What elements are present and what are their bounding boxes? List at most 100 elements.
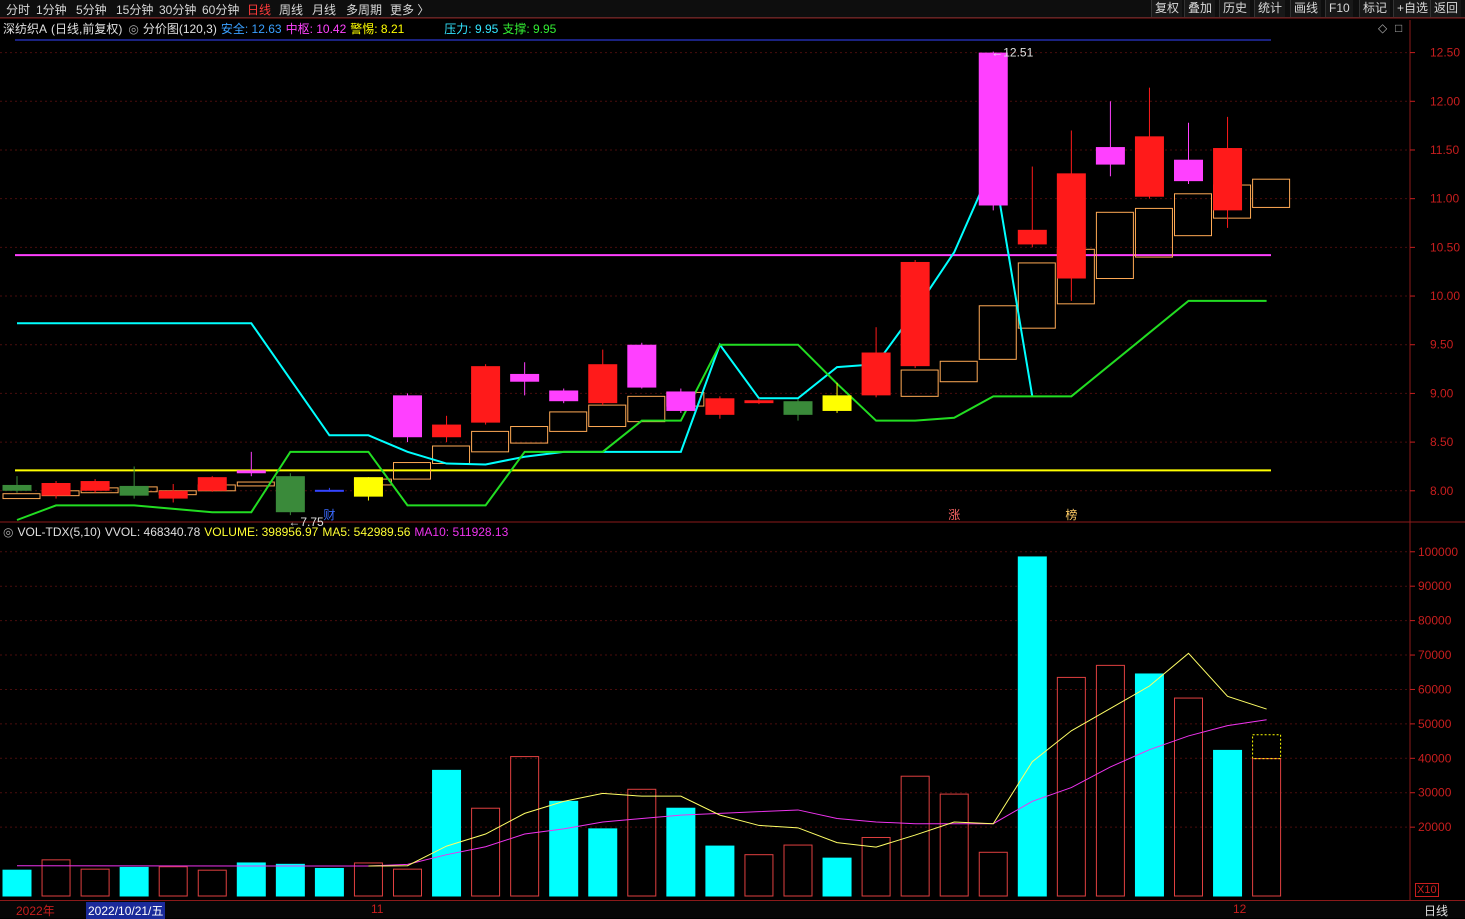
candle-body — [1056, 173, 1086, 279]
candle-body — [158, 490, 188, 499]
cost-box — [1252, 178, 1291, 208]
candle-body — [510, 373, 540, 382]
candle-body — [80, 481, 110, 491]
volume-bar — [666, 807, 696, 897]
volume-bar — [549, 800, 579, 897]
candle-body — [393, 395, 422, 438]
volume-bar — [744, 854, 774, 897]
diamond-icon: ◇ — [1378, 21, 1388, 35]
candle-body — [978, 52, 1008, 206]
volume-bar — [588, 828, 618, 897]
low-annotation: ←7.75 — [288, 515, 324, 529]
volume-tick-label-3: 70000 — [1418, 648, 1452, 662]
volume-bar — [1174, 697, 1203, 897]
volume-bar — [2, 869, 32, 897]
candle-body — [822, 395, 852, 411]
candle-body — [861, 352, 891, 396]
volume-tick-label-2: 80000 — [1418, 614, 1452, 628]
volume-bar — [353, 862, 383, 897]
price-tick-label-6: 9.50 — [1430, 338, 1454, 352]
volume-bar — [471, 807, 501, 897]
cost-box — [627, 395, 666, 423]
volume-tick-label-8: 20000 — [1418, 820, 1452, 834]
candle-body — [744, 400, 774, 404]
cost-box — [2, 493, 41, 500]
candle-body — [588, 364, 618, 404]
volume-tick-label-0: 100000 — [1418, 545, 1458, 559]
volume-bar — [432, 769, 462, 897]
candle-body — [1174, 159, 1203, 182]
high-annotation: ←12.51 — [991, 46, 1033, 60]
cost-box — [939, 360, 978, 383]
cost-box — [1174, 193, 1212, 237]
volume-bar — [393, 868, 422, 897]
volume-tick-label-6: 40000 — [1418, 751, 1452, 765]
event-marker-1: 涨 — [948, 507, 960, 522]
candle-body — [432, 424, 462, 438]
candle-body — [119, 485, 149, 496]
price-tick-label-1: 12.00 — [1430, 94, 1460, 108]
candle-body — [471, 366, 501, 423]
event-marker-0: 财 — [323, 508, 335, 522]
candle-body — [549, 390, 579, 402]
volume-bar — [197, 869, 227, 897]
candle-body — [275, 476, 305, 513]
cost-box — [1095, 211, 1134, 280]
price-tick-label-8: 8.50 — [1430, 435, 1454, 449]
volume-bar — [1134, 673, 1164, 897]
volume-tick-label-1: 90000 — [1418, 579, 1452, 593]
volume-bar — [275, 863, 305, 897]
cost-box — [549, 411, 588, 432]
vvol-box — [1252, 734, 1282, 760]
volume-bar — [1213, 749, 1243, 897]
volume-bar — [1017, 556, 1047, 897]
price-tick-label-3: 11.00 — [1430, 192, 1459, 206]
volume-bar — [510, 756, 540, 897]
price-tick-label-9: 8.00 — [1430, 484, 1454, 498]
date-nov: 11 — [371, 902, 384, 916]
price-tick-label-4: 10.50 — [1430, 240, 1460, 254]
volume-bar — [119, 866, 149, 897]
cost-box — [1134, 207, 1173, 258]
volume-bar — [80, 868, 110, 897]
price-tick-label-5: 10.00 — [1430, 289, 1460, 303]
date-year: 2022年 — [16, 904, 55, 918]
volume-bar — [978, 851, 1008, 897]
candle-body — [41, 482, 71, 496]
event-marker-2: 榜 — [1065, 507, 1077, 522]
volume-bar — [705, 845, 735, 897]
volume-bar — [314, 867, 344, 897]
period-label: 日线 — [1424, 904, 1449, 918]
volume-tick-label-5: 50000 — [1418, 717, 1452, 731]
candle-body — [666, 391, 696, 411]
price-tick-label-2: 11.50 — [1430, 143, 1459, 157]
cost-box — [510, 426, 549, 444]
pressure-line — [17, 160, 1034, 466]
chart-canvas[interactable]: 12.50 12.00 11.50 11.00 10.50 10.00 9.50 9.00 8.… — [0, 0, 1465, 917]
candle-body — [627, 344, 657, 388]
candle-body — [1095, 147, 1125, 165]
candle-body — [236, 470, 266, 474]
volume-bar — [900, 775, 930, 897]
volume-bar — [822, 857, 852, 897]
candle-body — [1134, 136, 1164, 197]
volume-bar — [236, 862, 266, 897]
volume-multiplier: X10 — [1415, 883, 1439, 897]
cost-box — [588, 404, 627, 428]
volume-tick-label-4: 60000 — [1418, 682, 1452, 696]
volume-bar — [158, 866, 188, 897]
price-tick-label-0: 12.50 — [1430, 46, 1460, 60]
date-axis: 2022年 2022/10/21/五 11 12 日线 — [0, 900, 1465, 919]
candle-body — [353, 477, 383, 497]
candle-body — [900, 261, 930, 367]
ma5-line — [368, 652, 1267, 867]
volume-bar — [1056, 676, 1086, 897]
cost-box — [900, 369, 939, 397]
candle-body — [314, 489, 344, 492]
candle-body — [2, 484, 32, 491]
volume-bar — [783, 844, 813, 897]
volume-bar — [939, 793, 969, 897]
volume-bar — [627, 788, 657, 897]
candle-body — [705, 398, 735, 415]
candle-body — [783, 401, 813, 415]
